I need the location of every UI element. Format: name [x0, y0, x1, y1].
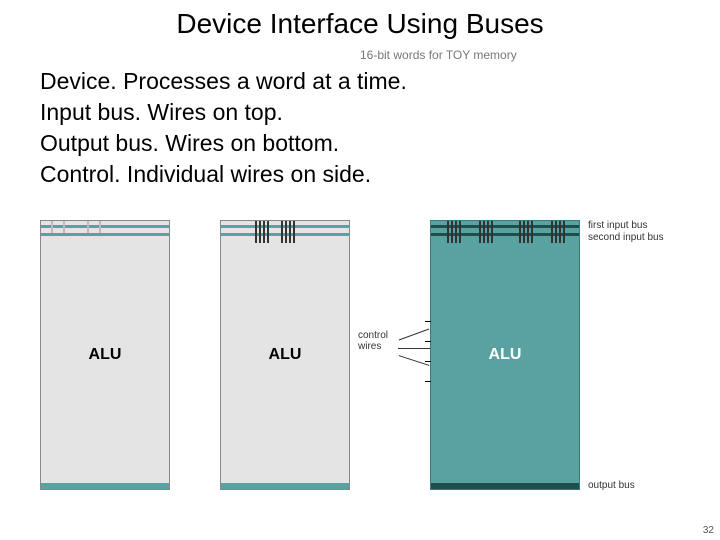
input-ticks-icon	[431, 221, 579, 245]
output-bus-label: output bus	[588, 480, 635, 491]
body-text: Device. Processes a word at a time. Inpu…	[40, 66, 680, 190]
body-line-device: Device. Processes a word at a time.	[40, 66, 680, 97]
output-bus-icon	[41, 483, 169, 489]
alu-module-c: ALU	[430, 220, 580, 490]
body-line-control: Control. Individual wires on side.	[40, 159, 680, 190]
page-number: 32	[703, 525, 714, 536]
input-ticks-icon	[41, 221, 169, 245]
control-wire-icon	[425, 381, 431, 382]
input-ticks-icon	[221, 221, 349, 245]
leader-line-icon	[399, 329, 429, 341]
alu-label: ALU	[41, 346, 169, 364]
leader-line-icon	[398, 348, 430, 349]
body-line-inputbus: Input bus. Wires on top.	[40, 97, 680, 128]
control-wire-icon	[425, 321, 431, 322]
control-wire-icon	[425, 341, 431, 342]
alu-label: ALU	[431, 346, 579, 364]
bus-diagram: ALU ALU control wires	[40, 220, 680, 500]
body-line-outputbus: Output bus. Wires on bottom.	[40, 128, 680, 159]
slide-title: Device Interface Using Buses	[0, 8, 720, 40]
alu-label: ALU	[221, 346, 349, 364]
output-bus-icon	[431, 483, 579, 489]
memory-note: 16-bit words for TOY memory	[360, 48, 517, 62]
output-bus-icon	[221, 483, 349, 489]
slide: Device Interface Using Buses 16-bit word…	[0, 0, 720, 540]
control-wires-label: control wires	[358, 330, 388, 352]
alu-module-a: ALU	[40, 220, 170, 490]
alu-module-b: ALU	[220, 220, 350, 490]
first-input-bus-label: first input bus	[588, 220, 647, 231]
second-input-bus-label: second input bus	[588, 232, 664, 243]
